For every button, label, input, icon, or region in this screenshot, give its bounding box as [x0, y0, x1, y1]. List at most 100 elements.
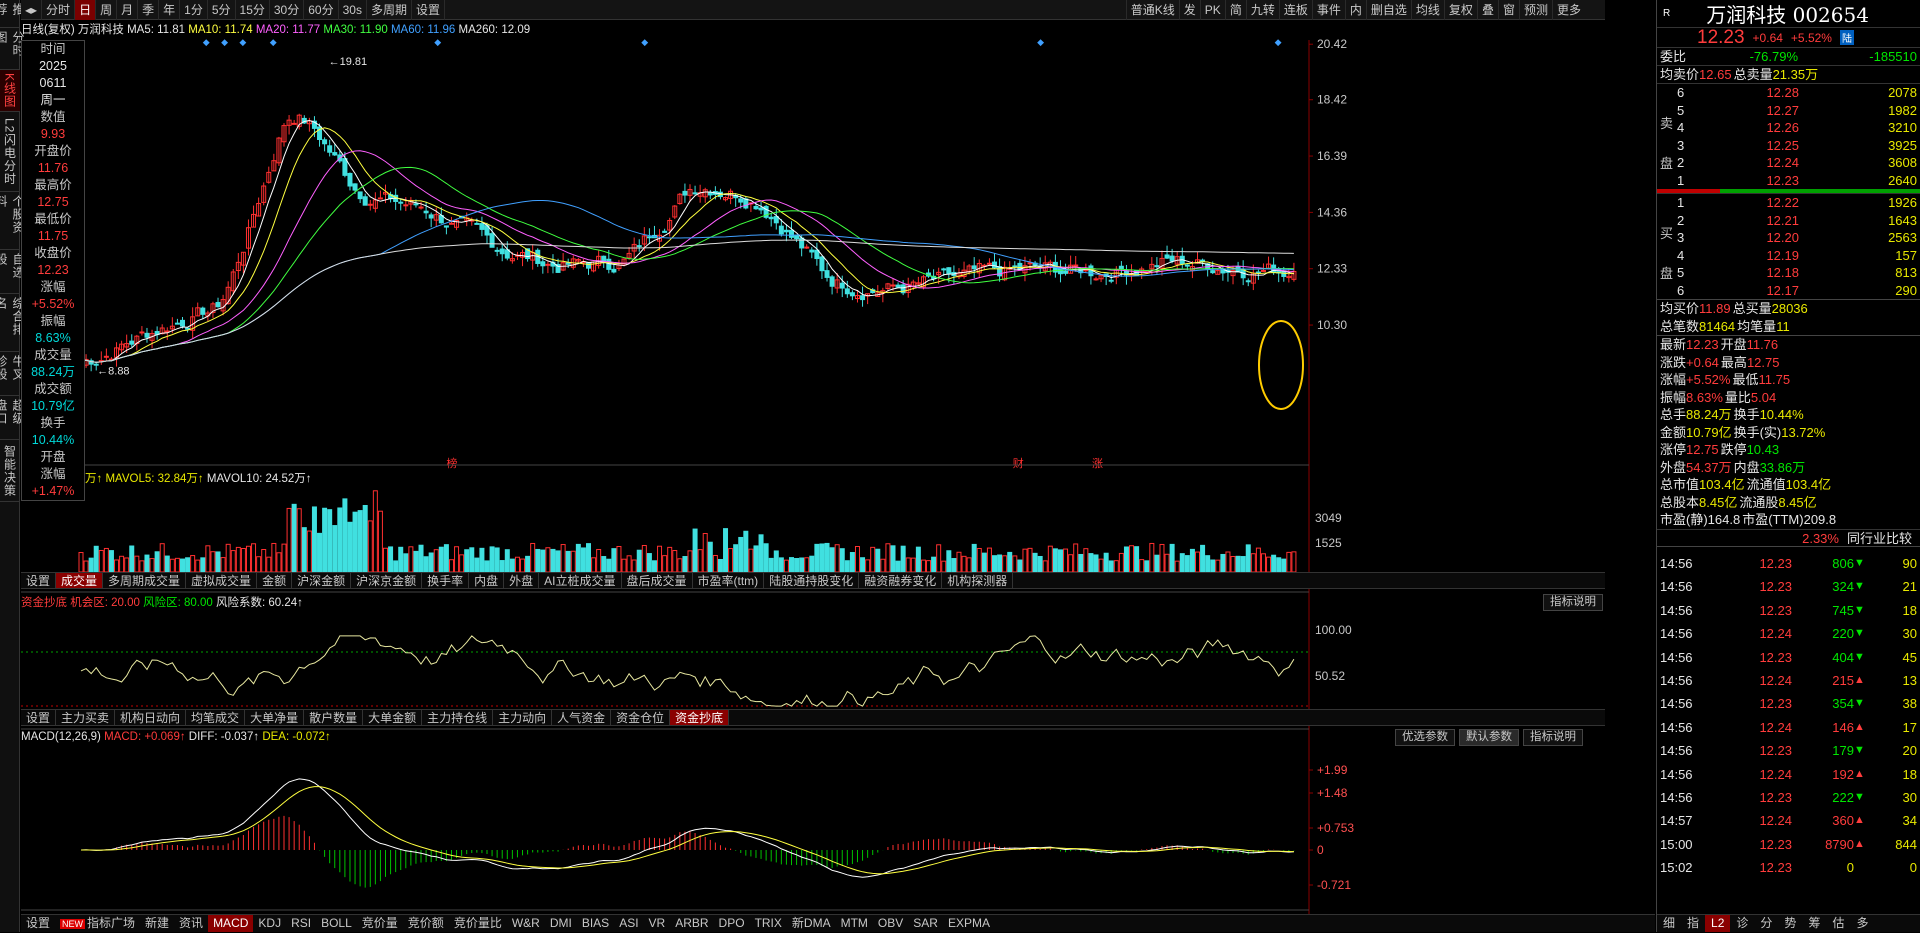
chart-tool-button[interactable]: 预测	[1518, 0, 1552, 20]
event-marker[interactable]: 榜	[446, 456, 457, 470]
chart-tool-button[interactable]: 删自选	[1365, 0, 1411, 20]
indicator-tab[interactable]: 均笔成交	[186, 710, 246, 725]
bottom-indicator-tab[interactable]: NEW 指标广场	[55, 915, 140, 932]
quote-tab[interactable]: 指	[1681, 915, 1705, 932]
period-tab[interactable]: 15分	[236, 0, 270, 20]
period-tab[interactable]: 30s	[339, 0, 367, 20]
indicator-tab[interactable]: 主力持仓线	[422, 710, 494, 725]
quote-tab[interactable]: L2	[1705, 915, 1731, 932]
chart-tool-button[interactable]: 连板	[1278, 0, 1312, 20]
bottom-indicator-tab[interactable]: ASI	[614, 915, 643, 932]
event-marker[interactable]: 财	[1013, 456, 1024, 470]
bottom-indicator-tab[interactable]: OBV	[873, 915, 908, 932]
quote-tab[interactable]: 估	[1826, 915, 1850, 932]
quote-tab[interactable]: 诊	[1730, 915, 1754, 932]
left-nav-item[interactable]: 牛叉诊股	[0, 352, 25, 396]
period-tab[interactable]: 1分	[180, 0, 208, 20]
period-tab[interactable]: 5分	[208, 0, 236, 20]
period-tab[interactable]: 年	[159, 0, 181, 20]
indicator-tab[interactable]: 资金抄底	[670, 710, 730, 725]
bottom-indicator-tab[interactable]: MACD	[208, 915, 254, 932]
bottom-indicator-tab[interactable]: EXPMA	[943, 915, 995, 932]
bottom-indicator-tab[interactable]: RSI	[286, 915, 316, 932]
left-nav-item[interactable]: 自选股	[0, 250, 25, 294]
book-row[interactable]: 5 12.27 1982	[1657, 102, 1920, 120]
indicator-tab[interactable]: 人气资金	[552, 710, 612, 725]
indicator-tab[interactable]: 盘后成交量	[622, 573, 693, 588]
bottom-indicator-tab[interactable]: MTM	[836, 915, 873, 932]
bottom-indicator-tab[interactable]: DPO	[714, 915, 750, 932]
indicator-tab[interactable]: 散户数量	[304, 710, 364, 725]
period-tab[interactable]: 日	[75, 0, 97, 20]
indicator-tab[interactable]: 沪深京金额	[351, 573, 423, 588]
indicator-tab[interactable]: 大单净量	[245, 710, 305, 725]
chart-tool-button[interactable]: 窗	[1497, 0, 1519, 20]
bottom-indicator-tab[interactable]: 竞价额	[403, 915, 449, 932]
macd-option-button[interactable]: 默认参数	[1459, 729, 1519, 746]
indicator-tab[interactable]: 外盘	[504, 573, 540, 588]
left-nav-item[interactable]: 分时图	[0, 28, 25, 70]
macd-option-button[interactable]: 优选参数	[1395, 729, 1455, 746]
left-nav-item[interactable]: 推荐	[0, 0, 25, 28]
indicator-tab[interactable]: 内盘	[469, 573, 505, 588]
left-nav-item[interactable]: 智能决策	[0, 440, 20, 502]
book-row[interactable]: 2 12.24 3608	[1657, 154, 1920, 172]
indicator-tab[interactable]: 主力买卖	[56, 710, 116, 725]
bottom-indicator-tab[interactable]: BIAS	[577, 915, 614, 932]
bottom-indicator-tab[interactable]: SAR	[908, 915, 943, 932]
book-row[interactable]: 1 12.22 1926	[1657, 194, 1920, 212]
bottom-indicator-tab[interactable]: TRIX	[750, 915, 787, 932]
book-row[interactable]: 4 12.19 157	[1657, 247, 1920, 265]
indicator-tab[interactable]: 机构日动向	[115, 710, 187, 725]
chart-tool-button[interactable]: 内	[1344, 0, 1366, 20]
left-nav-item[interactable]: 个股资料	[0, 192, 25, 250]
book-row[interactable]: 4 12.26 3210	[1657, 119, 1920, 137]
industry-compare-row[interactable]: 2.33% 同行业比较	[1657, 528, 1920, 547]
fund-help-button[interactable]: 指标说明	[1543, 594, 1603, 611]
bottom-indicator-tab[interactable]: 竞价量	[357, 915, 403, 932]
book-row[interactable]: 6 12.17 290	[1657, 282, 1920, 300]
bottom-indicator-tab[interactable]: 设置	[21, 915, 55, 932]
indicator-tab[interactable]: 设置	[21, 710, 57, 725]
period-tab[interactable]: 多周期	[367, 0, 412, 20]
period-tab[interactable]: 60分	[304, 0, 339, 20]
period-tab[interactable]: 季	[138, 0, 160, 20]
left-nav-item[interactable]: K线图	[0, 70, 20, 112]
indicator-tab[interactable]: 换手率	[422, 573, 470, 588]
quote-tab[interactable]: 势	[1778, 915, 1802, 932]
period-tab[interactable]: 周	[96, 0, 118, 20]
chart-tool-button[interactable]: 均线	[1410, 0, 1444, 20]
indicator-tab[interactable]: 市盈率(ttm)	[693, 573, 765, 588]
bottom-indicator-tab[interactable]: KDJ	[253, 915, 286, 932]
quote-tab[interactable]: 筹	[1802, 915, 1826, 932]
sidebar-toggle-icon[interactable]: ◂▸	[21, 0, 43, 20]
left-nav-item[interactable]: 超级盘口	[0, 396, 25, 440]
bottom-indicator-tab[interactable]: 新建	[140, 915, 174, 932]
indicator-tab[interactable]: 大单金额	[363, 710, 423, 725]
indicator-tab[interactable]: 机构探测器	[942, 573, 1014, 588]
book-row[interactable]: 3 12.25 3925	[1657, 137, 1920, 155]
book-row[interactable]: 1 12.23 2640	[1657, 172, 1920, 190]
bottom-indicator-tab[interactable]: 资讯	[174, 915, 208, 932]
bottom-indicator-tab[interactable]: ARBR	[670, 915, 713, 932]
indicator-tab[interactable]: 多周期成交量	[103, 573, 187, 588]
bottom-indicator-tab[interactable]: 新DMA	[787, 915, 836, 932]
chart-tool-button[interactable]: 更多	[1551, 0, 1585, 20]
chart-tool-button[interactable]: 普通K线	[1125, 0, 1179, 20]
book-row[interactable]: 6 12.28 2078	[1657, 84, 1920, 102]
chart-tool-button[interactable]: 九转	[1245, 0, 1279, 20]
period-tab[interactable]: 30分	[270, 0, 305, 20]
indicator-tab[interactable]: 融资融券变化	[859, 573, 943, 588]
indicator-tab[interactable]: 设置	[21, 573, 57, 588]
bottom-indicator-tab[interactable]: 竞价量比	[449, 915, 507, 932]
bottom-indicator-tab[interactable]: W&R	[507, 915, 545, 932]
indicator-tab[interactable]: 陆股通持股变化	[764, 573, 860, 588]
left-nav-item[interactable]: L2闪电分时	[0, 112, 20, 192]
indicator-tab[interactable]: 金额	[257, 573, 293, 588]
indicator-tab[interactable]: 资金仓位	[611, 710, 671, 725]
chart-tool-button[interactable]: 叠	[1476, 0, 1498, 20]
indicator-tab[interactable]: 虚拟成交量	[186, 573, 258, 588]
macd-option-button[interactable]: 指标说明	[1523, 729, 1583, 746]
chart-tool-button[interactable]: PK	[1199, 0, 1225, 20]
quote-tab[interactable]: 多	[1850, 915, 1874, 932]
